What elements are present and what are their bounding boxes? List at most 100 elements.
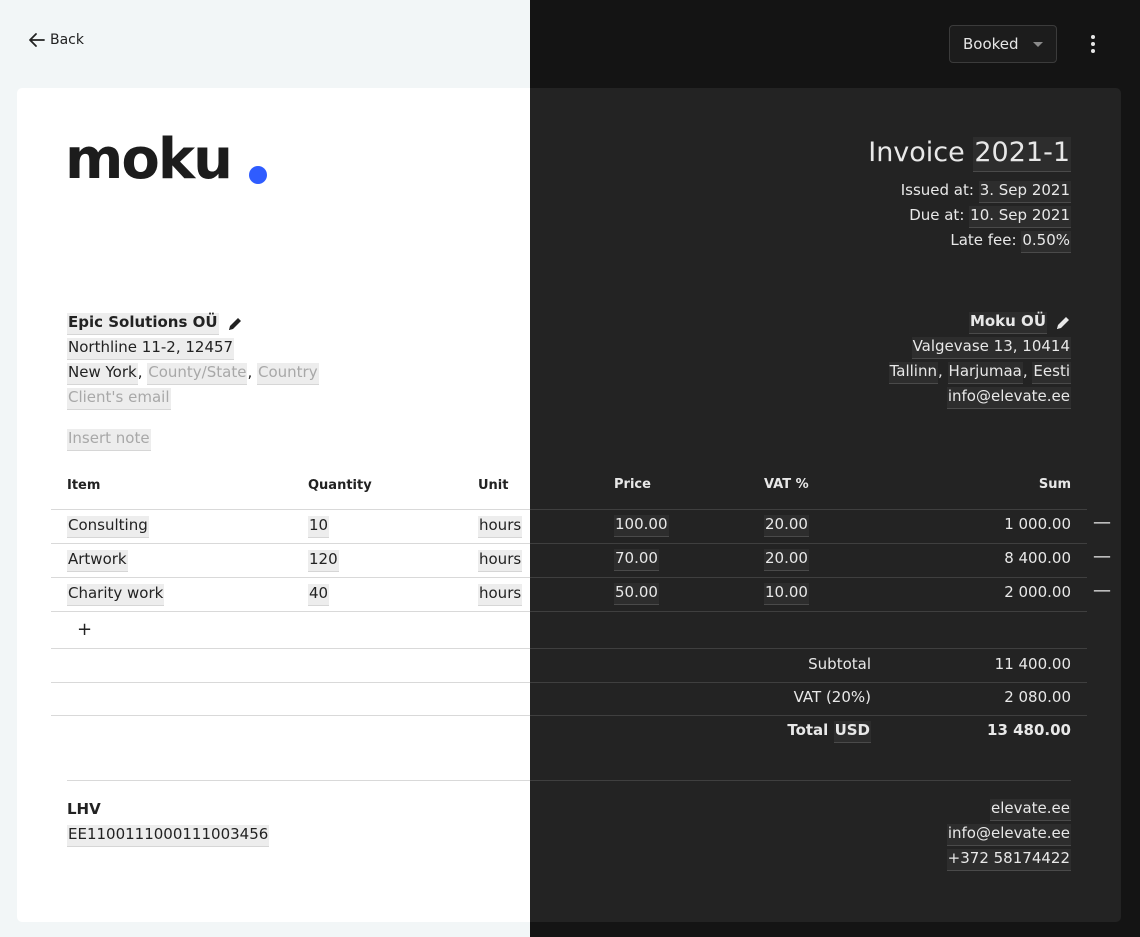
total-label-row: Total USD: [787, 721, 871, 743]
item-field[interactable]: Charity work: [67, 584, 165, 606]
seller-address-field[interactable]: Valgevase 13, 10414: [911, 337, 1071, 359]
back-label: Back: [50, 32, 84, 48]
issued-label: Issued at:: [900, 181, 974, 199]
divider: [530, 611, 1087, 612]
client-city-row: New York, County/State, Country: [67, 363, 319, 385]
remove-row-button[interactable]: —: [1093, 512, 1111, 533]
client-county-field[interactable]: County/State: [147, 363, 248, 385]
footer-divider: [67, 780, 530, 781]
iban-field[interactable]: EE1100111000111003456: [67, 825, 270, 847]
divider: [530, 715, 1087, 716]
unit-field[interactable]: hours: [478, 516, 523, 538]
vat-field[interactable]: 20.00: [764, 515, 809, 537]
vat-total-value: 2 080.00: [1004, 688, 1071, 706]
note-field[interactable]: Insert note: [67, 429, 151, 451]
divider: [530, 509, 1087, 510]
vat-cell: 20.00: [764, 515, 809, 537]
footer-divider: [530, 780, 1071, 781]
price-field[interactable]: 50.00: [614, 583, 659, 605]
unit-field[interactable]: hours: [478, 584, 523, 606]
sum-value: 2 000.00: [1004, 583, 1071, 601]
quantity-field[interactable]: 120: [308, 550, 339, 572]
client-name-field[interactable]: Epic Solutions OÜ: [67, 313, 219, 335]
total-value: 13 480.00: [987, 721, 1071, 739]
unit-cell: hours: [478, 516, 523, 538]
seller-address-row: Valgevase 13, 10414: [911, 337, 1071, 359]
due-label: Due at:: [909, 206, 965, 224]
issued-at-row: Issued at: 3. Sep 2021: [900, 181, 1071, 203]
pencil-icon[interactable]: [227, 316, 243, 332]
seller-city-row: Tallinn, Harjumaa, Eesti: [888, 362, 1071, 384]
status-value: Booked: [963, 35, 1019, 53]
seller-email-field[interactable]: info@elevate.ee: [946, 387, 1071, 409]
item-field[interactable]: Consulting: [67, 516, 149, 538]
price-field[interactable]: 70.00: [614, 549, 659, 571]
invoice-number-field[interactable]: 2021-1: [973, 137, 1071, 172]
back-button[interactable]: Back: [28, 31, 84, 49]
iban-row: EE1100111000111003456: [67, 825, 270, 847]
footer-email-field[interactable]: info@elevate.ee: [946, 824, 1071, 846]
subtotal-value: 11 400.00: [994, 655, 1071, 673]
client-country-field[interactable]: Country: [257, 363, 319, 385]
quantity-field[interactable]: 10: [308, 516, 330, 538]
column-header-vat: VAT %: [764, 477, 809, 492]
vat-cell: 20.00: [764, 549, 809, 571]
unit-cell: hours: [478, 584, 523, 606]
divider: [51, 509, 530, 510]
status-dropdown[interactable]: Booked: [949, 25, 1057, 63]
divider: [51, 577, 530, 578]
quantity-cell: 120: [308, 550, 339, 572]
seller-city-field[interactable]: Tallinn: [888, 362, 938, 384]
vat-field[interactable]: 20.00: [764, 549, 809, 571]
seller-email-row: info@elevate.ee: [946, 387, 1071, 409]
remove-row-button[interactable]: —: [1093, 580, 1111, 601]
item-field[interactable]: Artwork: [67, 550, 128, 572]
price-field[interactable]: 100.00: [614, 515, 669, 537]
divider: [530, 543, 1087, 544]
due-date-field[interactable]: 10. Sep 2021: [969, 206, 1071, 228]
client-address-field[interactable]: Northline 11-2, 12457: [67, 338, 235, 360]
client-email-row: Client's email: [67, 388, 171, 410]
seller-county-field[interactable]: Harjumaa: [947, 362, 1023, 384]
sum-value: 1 000.00: [1004, 515, 1071, 533]
divider: [51, 611, 530, 612]
client-address-row: Northline 11-2, 12457: [67, 338, 235, 360]
due-at-row: Due at: 10. Sep 2021: [909, 206, 1071, 228]
vat-total-label: VAT (20%): [793, 688, 871, 706]
column-header-price: Price: [614, 477, 651, 492]
divider: [530, 648, 1087, 649]
logo-dot: [249, 166, 267, 184]
column-header-item: Item: [67, 478, 101, 493]
seller-country-field[interactable]: Eesti: [1032, 362, 1071, 384]
late-fee-label: Late fee:: [950, 231, 1017, 249]
vat-field[interactable]: 10.00: [764, 583, 809, 605]
more-options-icon[interactable]: [1085, 32, 1101, 56]
bank-name: LHV: [67, 800, 101, 818]
late-fee-row: Late fee: 0.50%: [950, 231, 1071, 253]
vat-cell: 10.00: [764, 583, 809, 605]
separator: ,: [247, 363, 253, 381]
client-city-field[interactable]: New York: [67, 363, 138, 385]
quantity-field[interactable]: 40: [308, 584, 330, 606]
sum-value: 8 400.00: [1004, 549, 1071, 567]
divider: [51, 682, 530, 683]
pencil-icon[interactable]: [1055, 315, 1071, 331]
phone-field[interactable]: +372 58174422: [946, 849, 1071, 871]
currency-field[interactable]: USD: [833, 721, 871, 743]
company-logo: moku: [65, 127, 233, 192]
separator: ,: [1022, 362, 1028, 380]
invoice-title-prefix: Invoice: [868, 137, 965, 168]
client-email-field[interactable]: Client's email: [67, 388, 171, 410]
seller-name-field[interactable]: Moku OÜ: [968, 312, 1047, 334]
divider: [530, 682, 1087, 683]
issued-date-field[interactable]: 3. Sep 2021: [978, 181, 1071, 203]
unit-field[interactable]: hours: [478, 550, 523, 572]
late-fee-field[interactable]: 0.50%: [1021, 231, 1071, 253]
website-field[interactable]: elevate.ee: [989, 799, 1071, 821]
add-row-button[interactable]: +: [77, 619, 92, 640]
remove-row-button[interactable]: —: [1093, 546, 1111, 567]
separator: ,: [937, 362, 943, 380]
divider: [51, 715, 530, 716]
invoice-title: Invoice 2021-1: [868, 137, 1071, 172]
invoice-card-light: [17, 88, 530, 922]
